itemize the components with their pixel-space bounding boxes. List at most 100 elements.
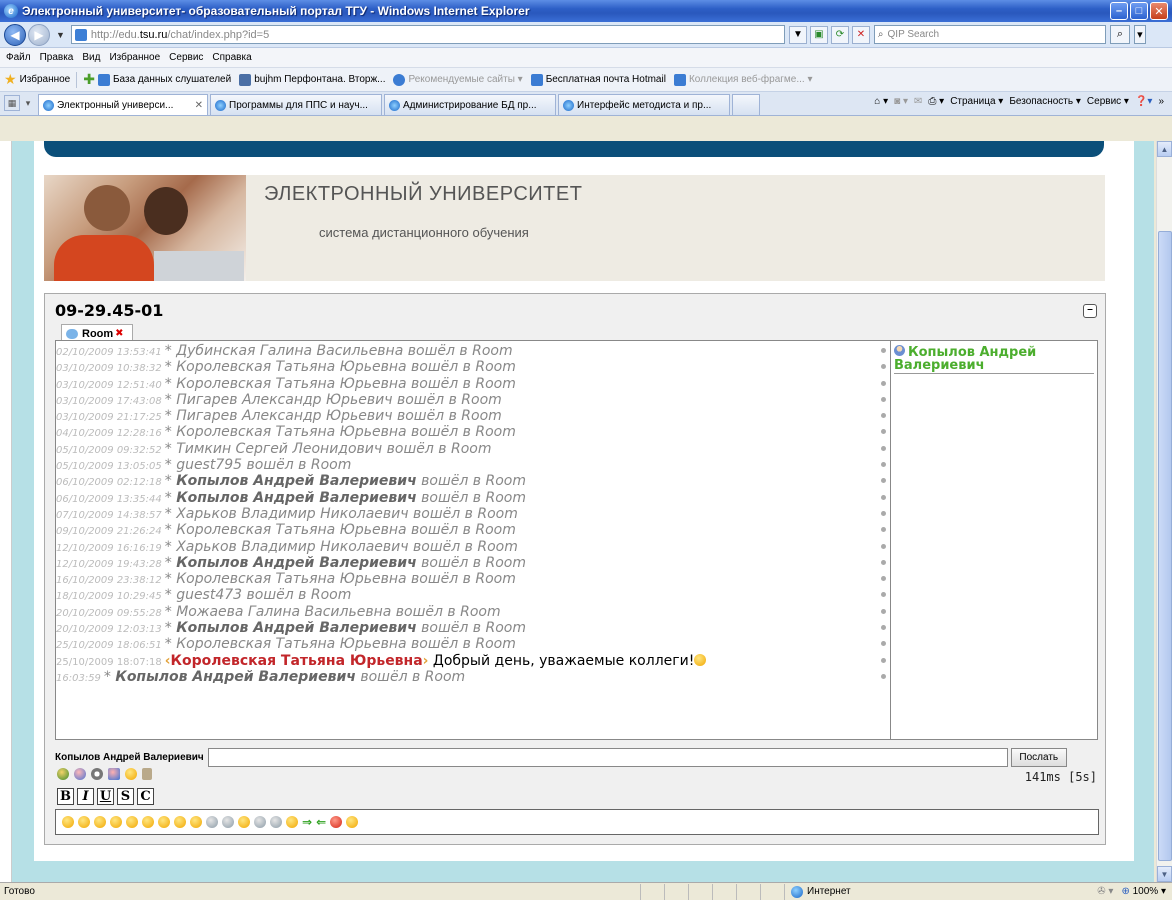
menu-tools[interactable]: Сервис	[169, 52, 203, 63]
smile-icon[interactable]	[142, 816, 154, 828]
robot-icon[interactable]	[142, 768, 152, 780]
fav-item-suggested-sites[interactable]: Рекомендуемые сайты ▾	[393, 73, 523, 86]
message-author[interactable]: Пигарев Александр Юрьевич	[176, 408, 392, 424]
feeds-icon[interactable]: ◙ ▾	[894, 96, 908, 107]
back-button[interactable]: ◀	[4, 23, 26, 46]
alert-icon[interactable]	[330, 816, 343, 828]
refresh-button[interactable]: ⟳	[830, 25, 849, 44]
stop-button[interactable]: ✕	[851, 25, 870, 44]
tab-methodist-interface[interactable]: Интерфейс методиста и пр...	[558, 94, 730, 115]
cmd-safety[interactable]: Безопасность ▾	[1009, 96, 1081, 107]
add-favorite-icon[interactable]: ✚	[83, 71, 95, 88]
mail-icon[interactable]: ✉	[914, 96, 922, 107]
recent-pages-dropdown[interactable]: ▼	[56, 30, 65, 40]
vertical-scrollbar[interactable]: ▲ ▼	[1156, 141, 1172, 882]
message-author[interactable]: Копылов Андрей Валериевич	[176, 620, 417, 636]
menu-edit[interactable]: Правка	[40, 52, 74, 63]
message-author[interactable]: Королевская Татьяна Юрьевна	[176, 636, 406, 652]
cmd-page[interactable]: Страница ▾	[950, 96, 1003, 107]
message-author[interactable]: Копылов Андрей Валериевич	[176, 473, 417, 489]
umbrella-icon[interactable]	[222, 816, 234, 828]
message-author[interactable]: Можаева Галина Васильевна	[176, 604, 391, 620]
cloud-icon[interactable]	[254, 816, 266, 828]
message-author[interactable]: Королевская Татьяна Юрьевна	[176, 376, 406, 392]
arrow-right-icon[interactable]: ⇒	[302, 816, 312, 828]
menu-favorites[interactable]: Избранное	[109, 52, 160, 63]
fav-item-web-slice-gallery[interactable]: Коллекция веб-фрагме... ▾	[673, 73, 813, 86]
zoom-control[interactable]: ⊕ 100% ▾	[1121, 886, 1166, 897]
favorites-button[interactable]: Избранное	[20, 74, 71, 85]
smile-icon[interactable]	[126, 816, 138, 828]
message-input[interactable]	[207, 747, 1008, 767]
close-room-icon[interactable]: ✖	[115, 328, 123, 339]
arrow-left-icon[interactable]: ⇐	[316, 816, 326, 828]
maximize-button[interactable]: □	[1130, 2, 1148, 20]
users-icon[interactable]	[74, 768, 86, 780]
menu-help[interactable]: Справка	[212, 52, 251, 63]
search-options-button[interactable]: ▾	[1133, 25, 1146, 44]
tab-list-dropdown[interactable]: ▾	[20, 95, 36, 111]
message-author[interactable]: Королевская Татьяна Юрьевна	[176, 522, 406, 538]
smile-icon[interactable]	[174, 816, 186, 828]
menu-file[interactable]: Файл	[6, 52, 31, 63]
chevron-right-icon[interactable]: »	[1158, 96, 1164, 107]
smile-icon[interactable]	[78, 816, 90, 828]
scroll-down-button[interactable]: ▼	[1157, 866, 1172, 882]
message-log[interactable]: 02/10/2009 13:53:41 * Дубинская Галина Ва…	[55, 340, 891, 740]
send-button[interactable]: Послать	[1010, 747, 1067, 767]
message-author[interactable]: Харьков Владимир Николаевич	[176, 539, 408, 555]
color-icon[interactable]	[57, 768, 69, 780]
help-icon[interactable]: ❓▾	[1135, 96, 1152, 107]
tab-electronic-university[interactable]: Электронный универси... ✕	[38, 94, 208, 115]
lightning-icon[interactable]	[286, 816, 298, 828]
scroll-up-button[interactable]: ▲	[1157, 141, 1172, 157]
minimize-panel-button[interactable]: –	[1083, 304, 1097, 318]
security-zone[interactable]: Интернет	[784, 883, 984, 900]
tab-db-admin[interactable]: Администрирование БД пр...	[384, 94, 556, 115]
smile-icon[interactable]	[94, 816, 106, 828]
strike-button[interactable]: S	[117, 788, 134, 805]
cloud-icon[interactable]	[206, 816, 218, 828]
forward-button[interactable]: ▶	[28, 23, 50, 46]
tab-programs[interactable]: Программы для ППС и науч...	[210, 94, 382, 115]
protected-mode-icon[interactable]: ✇ ▾	[1097, 886, 1113, 897]
url-field[interactable]: http://edu. tsu.ru/chat/index.php?id=5	[70, 25, 785, 44]
message-author[interactable]: Королевская Татьяна Юрьевна	[171, 653, 423, 669]
rain-icon[interactable]	[270, 816, 282, 828]
italic-button[interactable]: I	[77, 788, 94, 805]
user-list-item[interactable]: Копылов Андрей Валериевич	[894, 345, 1094, 374]
scroll-thumb[interactable]	[1158, 231, 1172, 861]
menu-view[interactable]: Вид	[82, 52, 100, 63]
compatibility-icon[interactable]: ▣	[809, 25, 828, 44]
message-author[interactable]: Копылов Андрей Валериевич	[176, 555, 417, 571]
fav-item-listeners-db[interactable]: База данных слушателей	[97, 73, 231, 86]
bold-button[interactable]: B	[57, 788, 74, 805]
smile-icon[interactable]	[110, 816, 122, 828]
message-author[interactable]: Королевская Татьяна Юрьевна	[176, 571, 406, 587]
message-author[interactable]: Тимкин Сергей Леонидович	[176, 441, 382, 457]
message-author[interactable]: Дубинская Галина Васильевна	[176, 343, 403, 359]
message-author[interactable]: Королевская Татьяна Юрьевна	[176, 359, 406, 375]
fav-item-bujhm[interactable]: bujhm Перфонтана. Вторж...	[239, 73, 385, 86]
underline-button[interactable]: U	[97, 788, 114, 805]
message-author[interactable]: Копылов Андрей Валериевич	[115, 669, 356, 685]
message-author[interactable]: Королевская Татьяна Юрьевна	[176, 424, 406, 440]
home-icon[interactable]: ⌂ ▾	[874, 96, 888, 107]
message-author[interactable]: Харьков Владимир Николаевич	[176, 506, 408, 522]
new-tab-button[interactable]	[732, 94, 760, 115]
tab-close-icon[interactable]: ✕	[191, 100, 203, 111]
minimize-button[interactable]: –	[1110, 2, 1128, 20]
clock-icon[interactable]	[91, 768, 103, 780]
favorites-star-icon[interactable]: ★	[4, 71, 17, 88]
sun-icon[interactable]	[238, 816, 250, 828]
message-author[interactable]: guest473	[176, 587, 242, 603]
smile-icon[interactable]	[190, 816, 202, 828]
print-icon[interactable]: ⎙ ▾	[928, 96, 944, 107]
close-button[interactable]: ✕	[1150, 2, 1168, 20]
smiley-icon[interactable]	[125, 768, 137, 780]
message-author[interactable]: guest795	[176, 457, 242, 473]
color-button[interactable]: C	[137, 788, 154, 805]
fav-item-hotmail[interactable]: Бесплатная почта Hotmail	[530, 73, 666, 86]
smile-icon[interactable]	[158, 816, 170, 828]
search-input[interactable]: ⌕ QIP Search	[873, 25, 1106, 44]
